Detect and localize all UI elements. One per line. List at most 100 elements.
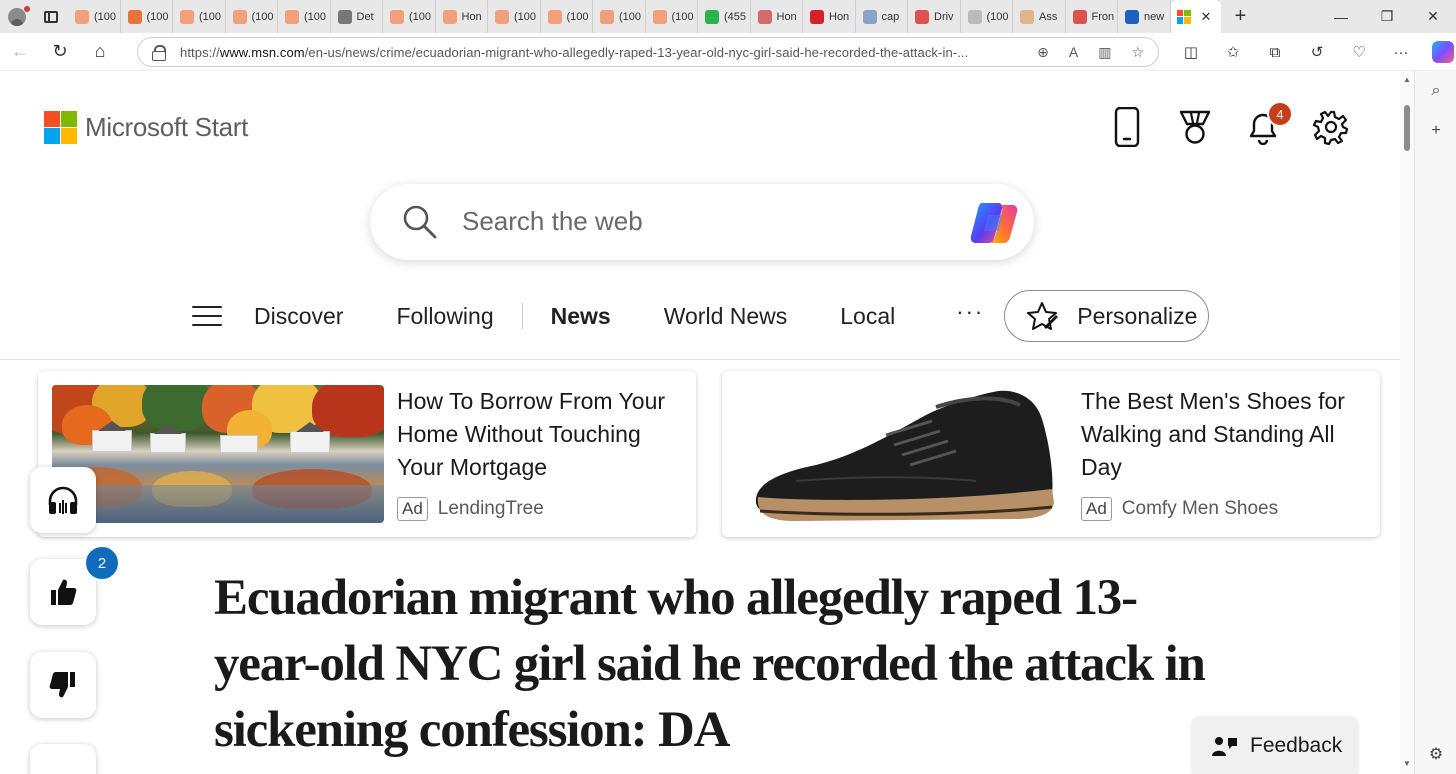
immersive-reader-icon[interactable]: ▥ (1098, 44, 1111, 61)
history-icon[interactable]: ↺ (1296, 43, 1338, 61)
feedback-icon (1212, 737, 1237, 756)
address-bar[interactable]: https://www.msn.com/en-us/news/crime/ecu… (137, 37, 1159, 67)
collections-icon[interactable]: ⧉ (1254, 44, 1296, 61)
notification-count-badge: 4 (1267, 101, 1293, 127)
browser-tab[interactable]: (100 (68, 0, 121, 33)
browser-tab[interactable]: Driv (908, 0, 961, 33)
sidebar-add-icon[interactable]: + (1415, 111, 1456, 151)
personalize-button[interactable]: Personalize (1004, 290, 1210, 342)
favorites-icon[interactable]: ✩ (1212, 43, 1254, 61)
ad-card-lendingtree[interactable]: How To Borrow From Your Home Without Tou… (38, 371, 696, 537)
nav-item-world-news[interactable]: World News (664, 303, 788, 330)
comments-button[interactable] (30, 744, 96, 774)
zoom-icon[interactable]: ⊕ (1037, 44, 1049, 61)
ad-title[interactable]: The Best Men's Shoes for Walking and Sta… (1081, 385, 1371, 484)
url-text[interactable]: https://www.msn.com/en-us/news/crime/ecu… (180, 45, 1037, 60)
mobile-app-button[interactable] (1108, 107, 1146, 147)
dislike-button[interactable] (30, 652, 96, 718)
browser-tab[interactable]: (100 (961, 0, 1013, 33)
more-options-icon[interactable]: ··· (1380, 44, 1422, 61)
browser-tab[interactable]: Hon (436, 0, 488, 33)
copilot-sidebar-icon[interactable] (1432, 41, 1454, 63)
scrollbar-thumb[interactable] (1404, 105, 1410, 151)
nav-item-following[interactable]: Following (396, 303, 493, 330)
ad-label: Ad (397, 497, 428, 521)
browser-tab[interactable]: Fron (1066, 0, 1118, 33)
browser-tab-title: (100 (619, 10, 642, 23)
browser-tab-active[interactable]: ✕ (1170, 0, 1221, 33)
browser-tab-title: (100 (94, 10, 117, 23)
browser-tab-title: Det (356, 10, 374, 23)
browser-tab[interactable]: (100 (121, 0, 173, 33)
browser-essentials-icon[interactable]: ♡ (1338, 43, 1380, 61)
scroll-up-icon[interactable]: ▲ (1403, 75, 1411, 84)
ad-image-shoe (736, 385, 1068, 523)
tab-actions-icon (44, 10, 58, 23)
listen-button[interactable] (30, 467, 96, 533)
browser-tab[interactable]: Hon (803, 0, 856, 33)
minimize-button[interactable]: — (1318, 0, 1364, 33)
tab-favicon-icon (862, 9, 877, 24)
close-window-button[interactable]: ✕ (1410, 0, 1456, 33)
restore-button[interactable]: ❐ (1364, 0, 1410, 33)
browser-tab[interactable]: (100 (383, 0, 436, 33)
new-tab-button[interactable]: + (1221, 0, 1261, 33)
brand-logo-link[interactable]: Microsoft Start (44, 111, 248, 144)
browser-tab[interactable]: (100 (226, 0, 278, 33)
lock-icon[interactable] (152, 45, 166, 61)
browser-tab[interactable]: (100 (646, 0, 698, 33)
address-bar-row: ← ↻ ⌂ https://www.msn.com/en-us/news/cri… (0, 33, 1456, 71)
browser-tab-title: (100 (251, 10, 274, 23)
profile-button[interactable] (0, 0, 34, 33)
scroll-down-icon[interactable]: ▼ (1403, 759, 1411, 768)
nav-item-discover[interactable]: Discover (254, 303, 343, 330)
tab-actions-button[interactable] (34, 0, 68, 33)
browser-tab[interactable]: (100 (278, 0, 331, 33)
browser-tab[interactable]: (455 (698, 0, 751, 33)
browser-tab-title: (100 (409, 10, 432, 23)
menu-hamburger-icon[interactable] (192, 306, 222, 326)
ad-title[interactable]: How To Borrow From Your Home Without Tou… (397, 385, 687, 484)
browser-tab[interactable]: new (1118, 0, 1171, 33)
close-tab-icon[interactable]: ✕ (1201, 9, 1212, 25)
tab-favicon-icon (652, 9, 667, 24)
copilot-icon[interactable] (968, 199, 1020, 247)
back-button[interactable]: ← (0, 33, 40, 71)
browser-tab[interactable]: Ass (1013, 0, 1066, 33)
refresh-button[interactable]: ↻ (40, 33, 80, 71)
browser-tab[interactable]: Det (331, 0, 383, 33)
tab-favicon-icon (337, 9, 352, 24)
browser-tab-title: Fron (1091, 10, 1115, 23)
tab-favicon-icon (75, 9, 89, 24)
home-button[interactable]: ⌂ (80, 33, 120, 71)
browser-tab[interactable]: (100 (173, 0, 226, 33)
tab-favicon-icon (1125, 9, 1139, 24)
browser-tab[interactable]: (100 (541, 0, 593, 33)
tab-favicon-icon (180, 9, 194, 24)
browser-tab[interactable]: (100 (593, 0, 646, 33)
address-bar-icons: ⊕ A ▥ ☆ (1037, 44, 1158, 61)
split-screen-icon[interactable]: ◫ (1170, 43, 1212, 61)
read-aloud-icon[interactable]: A (1069, 44, 1078, 61)
page-scrollbar[interactable]: ▲ ▼ (1400, 71, 1414, 774)
browser-tab[interactable]: Hon (751, 0, 803, 33)
ad-meta: Ad Comfy Men Shoes (1081, 497, 1278, 521)
nav-item-local[interactable]: Local (840, 303, 895, 330)
sidebar-settings-icon[interactable]: ⚙ (1415, 734, 1456, 774)
search-placeholder[interactable]: Search the web (462, 206, 643, 237)
browser-tab[interactable]: cap (856, 0, 908, 33)
search-icon[interactable] (402, 204, 438, 240)
nav-item-news[interactable]: News (551, 303, 611, 330)
feedback-button[interactable]: Feedback (1192, 718, 1358, 774)
sidebar-search-icon[interactable]: ⌕ (1415, 71, 1456, 111)
web-search-box[interactable]: Search the web (370, 184, 1034, 260)
ad-card-shoes[interactable]: The Best Men's Shoes for Walking and Sta… (722, 371, 1380, 537)
favorite-star-icon[interactable]: ☆ (1131, 44, 1144, 61)
browser-tab[interactable]: (100 (488, 0, 541, 33)
notifications-button[interactable]: 4 (1244, 101, 1293, 147)
browser-tab-title: cap (881, 10, 900, 23)
more-categories-button[interactable]: ··· (956, 299, 984, 325)
rewards-button[interactable] (1176, 107, 1214, 147)
tab-favicon-icon (232, 9, 247, 24)
settings-button[interactable] (1312, 107, 1350, 147)
